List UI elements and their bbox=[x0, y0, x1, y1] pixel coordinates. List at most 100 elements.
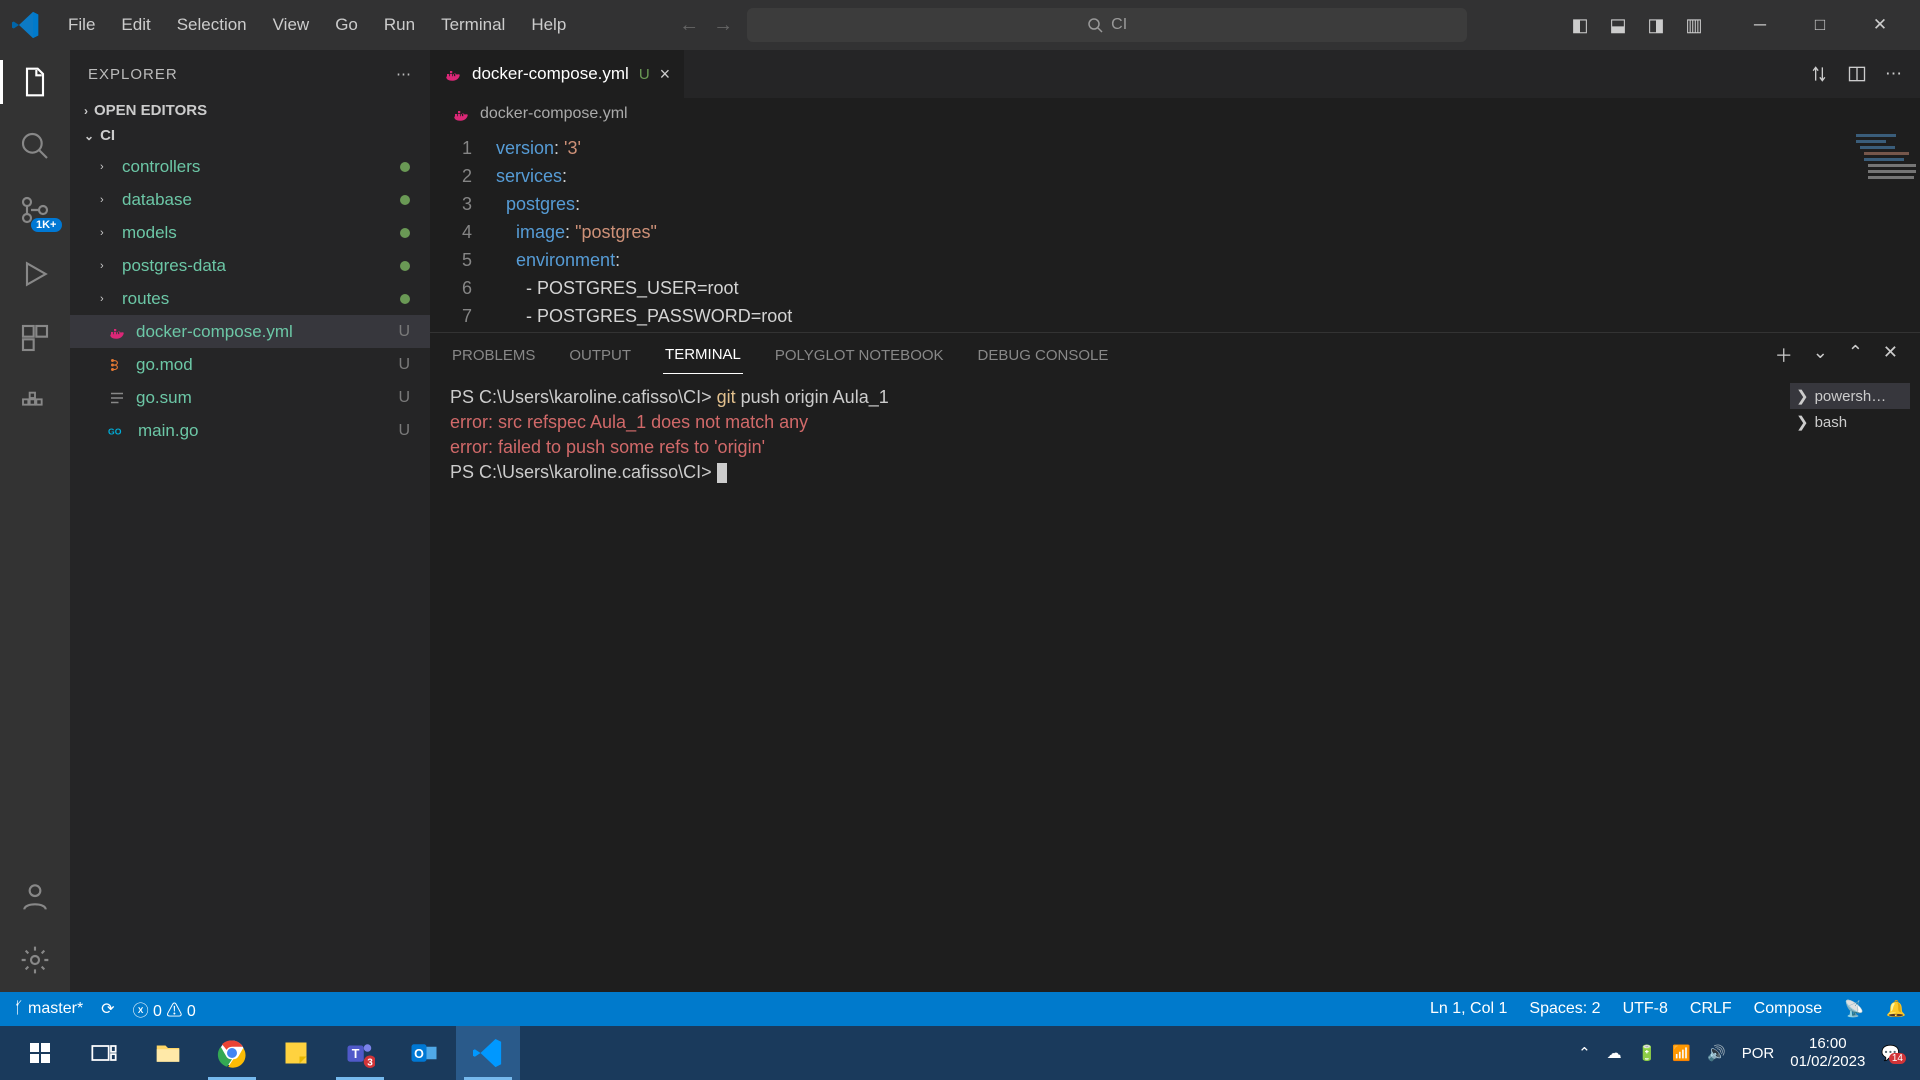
activity-search-icon[interactable] bbox=[17, 128, 53, 164]
terminal-dropdown-icon[interactable]: ⌄ bbox=[1811, 332, 1830, 378]
status-sync-icon[interactable]: ⟳ bbox=[101, 999, 114, 1019]
status-language[interactable]: Compose bbox=[1754, 1000, 1822, 1018]
docker-file-icon bbox=[444, 65, 462, 83]
open-editors-section[interactable]: ›OPEN EDITORS bbox=[70, 98, 430, 123]
status-encoding[interactable]: UTF-8 bbox=[1623, 1000, 1668, 1018]
status-eol[interactable]: CRLF bbox=[1690, 1000, 1732, 1018]
command-center-search[interactable]: CI bbox=[747, 8, 1467, 42]
panel-maximize-icon[interactable]: ⌃ bbox=[1846, 332, 1865, 378]
activity-debug-icon[interactable] bbox=[17, 256, 53, 292]
windows-taskbar: T3 O ⌃ ☁ 🔋 📶 🔊 POR 16:00 01/02/2023 💬14 bbox=[0, 1026, 1920, 1080]
project-name: CI bbox=[100, 127, 115, 144]
split-editor-icon[interactable] bbox=[1847, 64, 1867, 84]
layout-bottom-icon[interactable]: ⬓ bbox=[1606, 15, 1630, 36]
scm-badge: 1K+ bbox=[31, 218, 62, 232]
activity-bar: 1K+ bbox=[0, 50, 70, 992]
vscode-taskbar-icon[interactable] bbox=[456, 1026, 520, 1080]
status-feedback-icon[interactable]: 📡 bbox=[1844, 999, 1864, 1019]
terminal-cursor bbox=[717, 463, 727, 483]
terminal-list: ❯ powersh…❯ bash bbox=[1780, 377, 1920, 992]
status-bar: ᚶ master* ⟳ ⓧ 0 ⚠ 0 Ln 1, Col 1 Spaces: … bbox=[0, 992, 1920, 1026]
file-explorer-icon[interactable] bbox=[136, 1026, 200, 1080]
file-docker-compose.yml[interactable]: docker-compose.ymlU bbox=[70, 315, 430, 348]
layout-customize-icon[interactable]: ▥ bbox=[1682, 15, 1706, 36]
panel-tab-debug-console[interactable]: DEBUG CONSOLE bbox=[976, 337, 1111, 374]
menu-terminal[interactable]: Terminal bbox=[429, 11, 517, 39]
chrome-icon[interactable] bbox=[200, 1026, 264, 1080]
panel-tab-polyglot-notebook[interactable]: POLYGLOT NOTEBOOK bbox=[773, 337, 946, 374]
svg-text:T: T bbox=[352, 1047, 360, 1061]
status-cursor-pos[interactable]: Ln 1, Col 1 bbox=[1430, 1000, 1507, 1018]
breadcrumb[interactable]: docker-compose.yml bbox=[430, 98, 1920, 130]
activity-explorer-icon[interactable] bbox=[17, 64, 53, 100]
term-prompt: PS C:\Users\karoline.cafisso\CI> bbox=[450, 462, 717, 482]
menu-file[interactable]: File bbox=[56, 11, 107, 39]
project-section[interactable]: ⌄CI bbox=[70, 123, 430, 148]
folder-routes[interactable]: ›routes bbox=[70, 282, 430, 315]
panel-tab-output[interactable]: OUTPUT bbox=[567, 337, 633, 374]
tab-name: docker-compose.yml bbox=[472, 64, 629, 84]
activity-settings-icon[interactable] bbox=[17, 942, 53, 978]
teams-icon[interactable]: T3 bbox=[328, 1026, 392, 1080]
nav-forward-icon[interactable]: → bbox=[713, 14, 733, 37]
activity-docker-icon[interactable] bbox=[17, 384, 53, 420]
panel-tabs: PROBLEMS OUTPUT TERMINAL POLYGLOT NOTEBOOK D… bbox=[430, 333, 1920, 377]
folder-models[interactable]: ›models bbox=[70, 216, 430, 249]
code-editor[interactable]: 12345678 version: '3' services: postgres… bbox=[430, 130, 1920, 332]
terminal-shell-icon: ❯ bbox=[1796, 387, 1809, 405]
menu-edit[interactable]: Edit bbox=[109, 11, 162, 39]
status-branch[interactable]: ᚶ master* bbox=[14, 1000, 83, 1018]
tray-battery-icon[interactable]: 🔋 bbox=[1638, 1044, 1657, 1062]
term-error: error: failed to push some refs to 'orig… bbox=[450, 437, 765, 457]
panel-close-icon[interactable]: ✕ bbox=[1881, 332, 1900, 378]
outlook-icon[interactable]: O bbox=[392, 1026, 456, 1080]
folder-controllers[interactable]: ›controllers bbox=[70, 150, 430, 183]
nav-back-icon[interactable]: ← bbox=[679, 14, 699, 37]
tray-wifi-icon[interactable]: 📶 bbox=[1672, 1044, 1691, 1062]
folder-database[interactable]: ›database bbox=[70, 183, 430, 216]
window-minimize-button[interactable]: ─ bbox=[1730, 0, 1790, 50]
window-maximize-button[interactable]: □ bbox=[1790, 0, 1850, 50]
window-close-button[interactable]: ✕ bbox=[1850, 0, 1910, 50]
activity-extensions-icon[interactable] bbox=[17, 320, 53, 356]
menu-selection[interactable]: Selection bbox=[165, 11, 259, 39]
panel-tab-terminal[interactable]: TERMINAL bbox=[663, 336, 743, 374]
shell-powersh[interactable]: ❯ powersh… bbox=[1790, 383, 1910, 409]
activity-account-icon[interactable] bbox=[17, 878, 53, 914]
file-go.sum[interactable]: go.sumU bbox=[70, 381, 430, 414]
folder-postgres-data[interactable]: ›postgres-data bbox=[70, 249, 430, 282]
layout-left-icon[interactable]: ◧ bbox=[1568, 15, 1592, 36]
menu-help[interactable]: Help bbox=[519, 11, 578, 39]
explorer-more-icon[interactable]: ⋯ bbox=[396, 65, 412, 83]
shell-bash[interactable]: ❯ bash bbox=[1790, 409, 1910, 435]
terminal-output[interactable]: PS C:\Users\karoline.cafisso\CI> git pus… bbox=[430, 377, 1780, 992]
panel-tab-problems[interactable]: PROBLEMS bbox=[450, 337, 537, 374]
start-button[interactable] bbox=[8, 1026, 72, 1080]
minimap[interactable] bbox=[1856, 134, 1916, 194]
menu-run[interactable]: Run bbox=[372, 11, 427, 39]
file-main.go[interactable]: GOmain.goU bbox=[70, 414, 430, 447]
compare-changes-icon[interactable] bbox=[1809, 64, 1829, 84]
status-spaces[interactable]: Spaces: 2 bbox=[1529, 1000, 1600, 1018]
terminal-shell-icon: ❯ bbox=[1796, 413, 1809, 431]
menu-go[interactable]: Go bbox=[323, 11, 370, 39]
tab-close-icon[interactable]: × bbox=[660, 64, 671, 85]
tray-onedrive-icon[interactable]: ☁ bbox=[1607, 1044, 1622, 1062]
tab-docker-compose[interactable]: docker-compose.yml U × bbox=[430, 50, 685, 98]
sticky-notes-icon[interactable] bbox=[264, 1026, 328, 1080]
tray-notifications-icon[interactable]: 💬14 bbox=[1881, 1044, 1900, 1062]
menu-view[interactable]: View bbox=[261, 11, 322, 39]
file-go.mod[interactable]: go.modU bbox=[70, 348, 430, 381]
layout-right-icon[interactable]: ◨ bbox=[1644, 15, 1668, 36]
new-terminal-icon[interactable]: ＋ bbox=[1773, 332, 1795, 378]
task-view-icon[interactable] bbox=[72, 1026, 136, 1080]
status-problems[interactable]: ⓧ 0 ⚠ 0 bbox=[133, 997, 196, 1021]
status-bell-icon[interactable]: 🔔 bbox=[1886, 999, 1906, 1019]
clock-date: 01/02/2023 bbox=[1790, 1053, 1865, 1071]
editor-more-icon[interactable]: ⋯ bbox=[1885, 64, 1902, 84]
activity-scm-icon[interactable]: 1K+ bbox=[17, 192, 53, 228]
tray-volume-icon[interactable]: 🔊 bbox=[1707, 1044, 1726, 1062]
tray-clock[interactable]: 16:00 01/02/2023 bbox=[1790, 1035, 1865, 1071]
tray-language[interactable]: POR bbox=[1742, 1045, 1775, 1062]
tray-expand-icon[interactable]: ⌃ bbox=[1578, 1044, 1591, 1062]
